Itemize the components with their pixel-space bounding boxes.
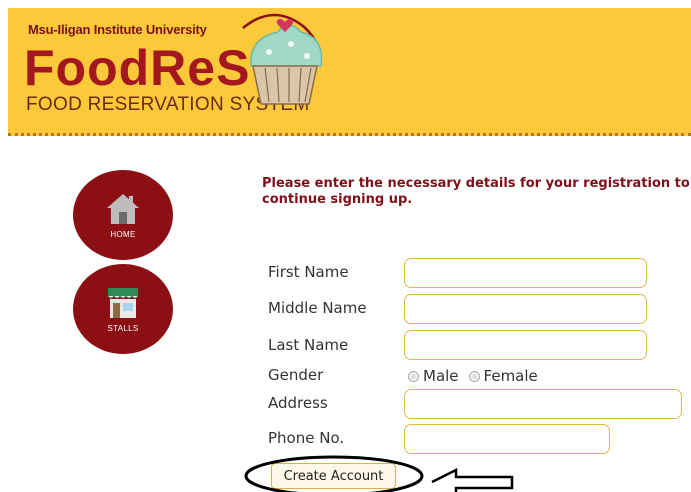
app-logo-text: FoodReS [24, 40, 251, 96]
nav-stalls-button[interactable]: STALLS [73, 264, 173, 354]
gender-male-label: Male [423, 367, 459, 385]
header-banner: Msu-Iligan Institute University FoodReS … [8, 8, 691, 136]
institution-name: Msu-Iligan Institute University [28, 22, 207, 37]
pointer-arrow-icon [431, 467, 514, 492]
first-name-input[interactable] [404, 258, 647, 288]
registration-instructions: Please enter the necessary details for y… [262, 176, 691, 208]
gender-female-label: Female [483, 367, 538, 385]
home-icon [107, 193, 139, 224]
first-name-label: First Name [268, 263, 349, 281]
nav-home-label: HOME [110, 229, 136, 239]
phone-label: Phone No. [268, 429, 345, 447]
last-name-label: Last Name [268, 336, 349, 354]
gender-radio-group: Male Female [408, 367, 538, 385]
middle-name-input[interactable] [404, 294, 647, 324]
last-name-input[interactable] [404, 330, 647, 360]
nav-home-button[interactable]: HOME [73, 170, 173, 260]
gender-female-radio[interactable] [468, 370, 480, 382]
create-account-button[interactable]: Create Account [271, 463, 396, 489]
cupcake-logo-icon [242, 13, 323, 105]
instructions-line-2: continue signing up. [262, 192, 413, 207]
address-label: Address [268, 394, 328, 412]
address-input[interactable] [404, 389, 682, 419]
instructions-line-1: Please enter the necessary details for y… [262, 176, 690, 191]
storefront-icon [107, 287, 139, 318]
gender-male-radio[interactable] [408, 370, 419, 382]
gender-label: Gender [268, 366, 324, 384]
phone-input[interactable] [404, 424, 610, 454]
nav-stalls-label: STALLS [107, 323, 139, 333]
middle-name-label: Middle Name [268, 299, 367, 317]
